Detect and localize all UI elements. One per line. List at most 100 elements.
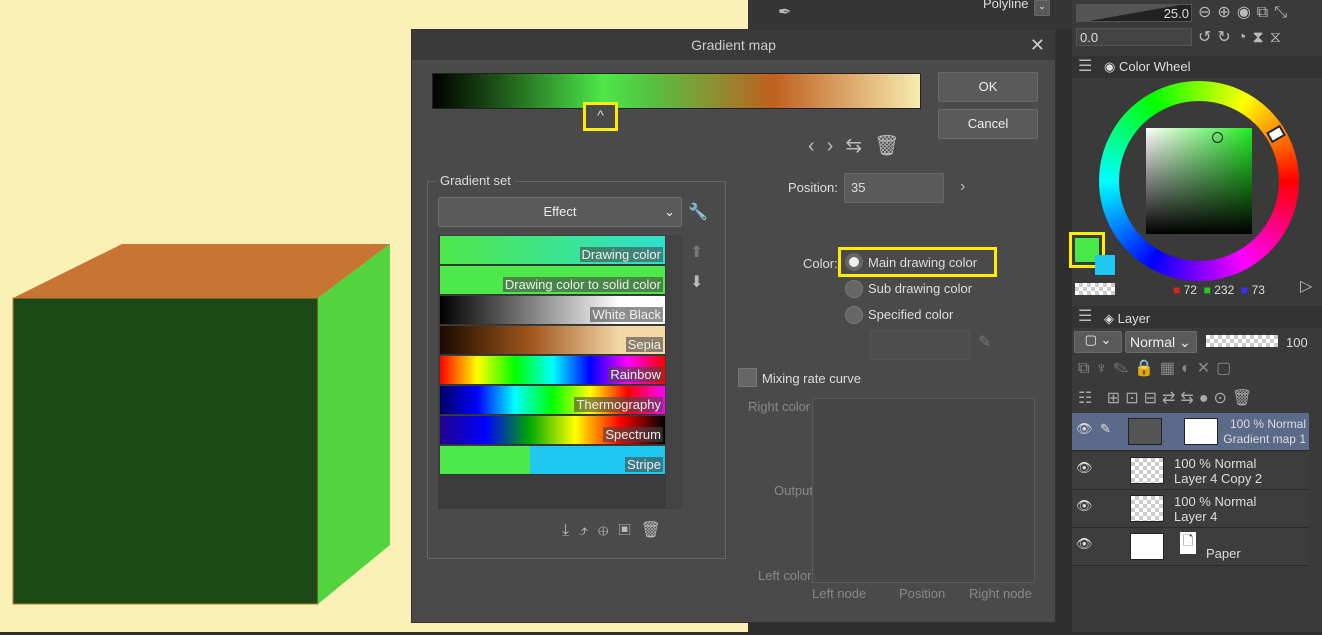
gradient-label: Stripe: [625, 457, 663, 472]
main-drawing-color-label: Main drawing color: [868, 255, 978, 270]
gradient-item[interactable]: Thermography: [440, 386, 665, 415]
trash-icon: 🗑: [874, 135, 912, 157]
gradient-set-actions[interactable]: ⤓⤴⊕▣🗑: [562, 520, 671, 540]
left-node-label: Left node: [812, 586, 867, 601]
main-drawing-color-radio[interactable]: [845, 253, 863, 271]
green-value: 232: [1214, 283, 1235, 297]
gradient-preview-bar[interactable]: [432, 73, 921, 109]
pencil-icon: ✎: [1100, 421, 1111, 436]
paper-icon: 🗋: [1180, 532, 1197, 554]
gradient-label: Rainbow: [608, 367, 663, 382]
layer-opacity-slider[interactable]: [1206, 335, 1278, 347]
gradient-item[interactable]: Drawing color to solid color: [440, 266, 665, 295]
right-color-label: Right color: [748, 399, 811, 414]
color-tabs: ☰ ◉ Color Wheel: [1072, 56, 1322, 78]
layer-thumbnail: [1130, 457, 1164, 484]
rotate-controls[interactable]: ↺↻◔⧗⧖: [1198, 27, 1287, 47]
color-picker-handle[interactable]: [1212, 132, 1223, 143]
tool-panel: ✒ Polyline ⌄: [748, 0, 1072, 29]
previous-node-icon: ‹: [808, 135, 827, 157]
gradient-set-label: Gradient set: [436, 173, 515, 188]
layer-opacity-value: 100: [1286, 335, 1308, 350]
layer-action-icons[interactable]: ☷ ⊞⊡⊟⇄⇆●⊙🗑: [1078, 388, 1257, 408]
layer-name: Gradient map 1: [1223, 432, 1306, 446]
mixing-rate-label: Mixing rate curve: [762, 371, 861, 386]
opacity-value: 0.0: [1080, 30, 1099, 45]
title-text: Gradient map: [691, 37, 776, 53]
layer-row[interactable]: 👁 ✎ 100 % Normal Gradient map 1: [1072, 413, 1309, 451]
paper-thumbnail: [1130, 533, 1164, 560]
selected-node-marker[interactable]: ^: [583, 102, 618, 131]
rgb-readout: ■ 72 ■ 232 ■ 73: [1173, 283, 1265, 297]
saturation-value-square[interactable]: [1146, 128, 1252, 234]
position-input[interactable]: 35: [844, 173, 944, 203]
specified-color-radio[interactable]: [845, 306, 863, 324]
red-value: 72: [1183, 283, 1197, 297]
layer-row[interactable]: 👁 🗋 Paper: [1072, 528, 1309, 566]
output-label: Output: [774, 483, 814, 498]
layer-mode: 100 % Normal: [1174, 456, 1257, 471]
layer-mode: 100 % Normal: [1174, 494, 1257, 509]
wrench-icon[interactable]: 🔧: [688, 202, 708, 222]
chevron-down-icon[interactable]: ⌄: [1034, 0, 1050, 16]
play-icon[interactable]: ▷: [1300, 276, 1312, 296]
eye-icon[interactable]: 👁: [1076, 498, 1093, 514]
eye-icon[interactable]: 👁: [1076, 460, 1093, 476]
gradient-map-thumbnail: [1128, 418, 1162, 445]
position-axis-label: Position: [899, 586, 946, 601]
eye-icon[interactable]: 👁: [1076, 536, 1093, 552]
gradient-set-select[interactable]: Effect ⌄: [438, 197, 682, 227]
cancel-button[interactable]: Cancel: [938, 109, 1038, 139]
ok-button[interactable]: OK: [938, 72, 1038, 102]
gradient-item[interactable]: White Black: [440, 296, 665, 325]
layer-thumbnail: [1130, 495, 1164, 522]
move-down-icon[interactable]: ⬇: [690, 272, 703, 292]
opacity-slider[interactable]: 0.0: [1076, 28, 1192, 46]
layer-name: Layer 4: [1174, 509, 1218, 524]
eye-icon[interactable]: 👁: [1076, 421, 1093, 437]
gradient-item[interactable]: Sepia: [440, 326, 665, 355]
tab-layer[interactable]: ◈ Layer: [1104, 311, 1150, 327]
chevron-right-icon[interactable]: ›: [960, 178, 965, 196]
gradient-set-value: Effect: [543, 204, 577, 219]
zoom-controls[interactable]: ⊖⊕◉⧉⤡: [1198, 2, 1293, 22]
next-node-icon: ›: [826, 135, 846, 157]
menu-icon[interactable]: ☰: [1078, 56, 1092, 76]
color-wheel-icon: ◉: [1104, 59, 1119, 74]
blue-value: 73: [1251, 283, 1265, 297]
mixing-rate-checkbox[interactable]: [738, 368, 757, 387]
position-label: Position:: [788, 180, 838, 195]
node-controls[interactable]: ‹›⇆🗑: [808, 133, 912, 158]
gradient-item[interactable]: Rainbow: [440, 356, 665, 385]
move-up-icon[interactable]: ⬆: [690, 242, 703, 262]
layer-row[interactable]: 👁 100 % Normal Layer 4 Copy 2: [1072, 452, 1309, 490]
list-scrollbar[interactable]: [666, 235, 683, 509]
left-color-label: Left color: [758, 568, 812, 583]
tab-label: Color Wheel: [1118, 59, 1191, 74]
layer-row[interactable]: 👁 100 % Normal Layer 4: [1072, 490, 1309, 528]
color-label: Color:: [803, 256, 838, 271]
gradient-item[interactable]: Stripe: [440, 446, 665, 475]
menu-icon[interactable]: ☰: [1078, 306, 1092, 326]
gradient-label: Drawing color: [579, 247, 663, 262]
layers-icon: ◈: [1104, 311, 1118, 326]
gradient-item[interactable]: Drawing color: [440, 236, 665, 265]
gradient-label: White Black: [590, 307, 663, 322]
pen-icon[interactable]: ✒: [778, 2, 791, 22]
close-icon[interactable]: ✕: [1030, 30, 1045, 60]
blend-mode-select[interactable]: Normal ⌄: [1125, 331, 1197, 353]
dialog-title: Gradient map ✕: [412, 30, 1055, 60]
tab-color-wheel[interactable]: ◉ Color Wheel: [1104, 59, 1191, 75]
layer-mode: 100 % Normal: [1229, 417, 1306, 431]
layer-color-select[interactable]: ▢ ⌄: [1074, 331, 1122, 353]
gradient-label: Spectrum: [603, 427, 663, 442]
layer-tabs: ☰ ◈ Layer: [1072, 306, 1322, 328]
layer-property-icons[interactable]: ⧉♆✎🔒▦◐✕▢: [1078, 358, 1237, 378]
eyedropper-icon: ✎: [978, 334, 992, 351]
tab-label: Layer: [1117, 311, 1151, 326]
gradient-item[interactable]: Spectrum: [440, 416, 665, 445]
transparent-swatch[interactable]: [1075, 283, 1115, 295]
sub-drawing-color-radio[interactable]: [845, 280, 863, 298]
specified-color-swatch: [870, 330, 970, 360]
brush-size-slider[interactable]: 25.0: [1076, 4, 1192, 22]
